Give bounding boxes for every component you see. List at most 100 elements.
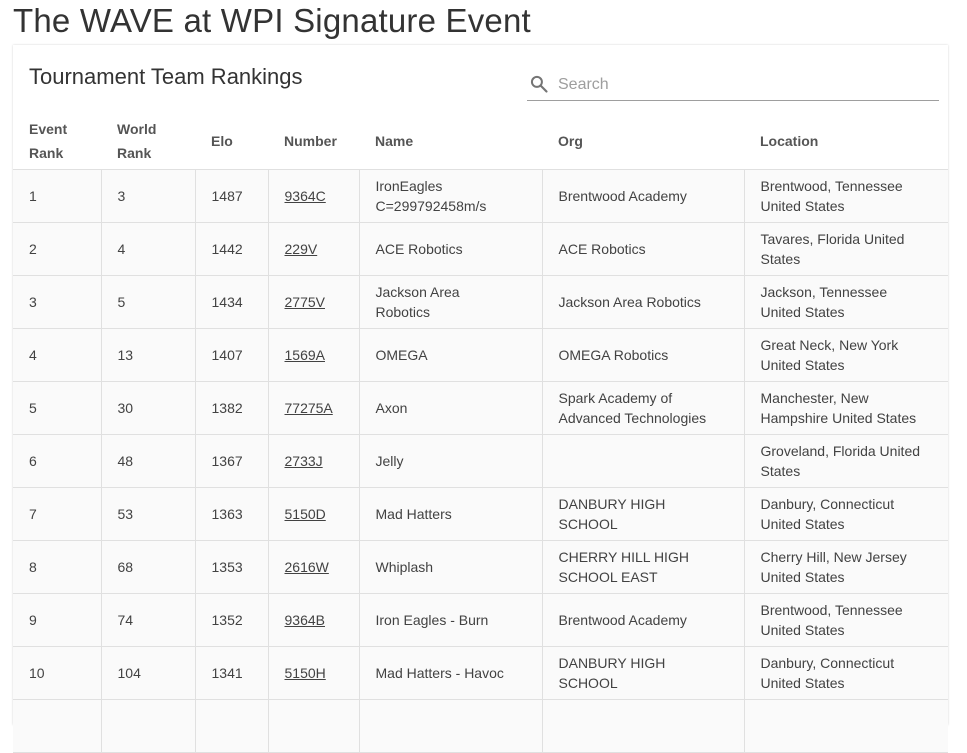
cell-world-rank: 104	[101, 646, 196, 700]
table-row: 10 104 1341 5150H Mad Hatters - Havoc DANBURY…	[13, 646, 948, 700]
cell-org: DANBURY HIGH SCHOOL	[542, 487, 745, 541]
table-row: 2 4 1442 229V ACE Robotics ACE Robotics Tavare…	[13, 222, 948, 276]
cell-number: 2616W	[268, 540, 360, 594]
cell-elo: 1382	[195, 381, 269, 435]
cell-location: Groveland, Florida United States	[744, 434, 948, 488]
header-location[interactable]: Location	[744, 112, 948, 170]
table-header-row: Event Rank World Rank Elo Number Name Org …	[13, 112, 948, 170]
cell-event-rank: 2	[13, 222, 102, 276]
team-number-link[interactable]: 77275A	[285, 400, 333, 416]
cell-world-rank: 74	[101, 593, 196, 647]
cell-number: 2775V	[268, 275, 360, 329]
table-row	[13, 699, 948, 753]
cell-world-rank: 68	[101, 540, 196, 594]
cell-location: Danbury, Connecticut United States	[744, 646, 948, 700]
cell-world-rank: 4	[101, 222, 196, 276]
cell-number: 9364C	[268, 169, 360, 223]
header-org[interactable]: Org	[542, 112, 744, 170]
cell-location	[744, 699, 948, 753]
cell-number: 229V	[268, 222, 360, 276]
team-number-link[interactable]: 5150D	[285, 506, 326, 522]
cell-location: Jackson, Tennessee United States	[744, 275, 948, 329]
team-number-link[interactable]: 2775V	[285, 294, 325, 310]
header-world-rank[interactable]: World Rank	[101, 112, 195, 170]
cell-event-rank: 7	[13, 487, 102, 541]
cell-org	[542, 699, 745, 753]
team-number-link[interactable]: 9364C	[285, 188, 326, 204]
cell-name: Mad Hatters - Havoc	[359, 646, 543, 700]
header-event-rank[interactable]: Event Rank	[13, 112, 101, 170]
header-name[interactable]: Name	[359, 112, 542, 170]
cell-location: Cherry Hill, New Jersey United States	[744, 540, 948, 594]
cell-org: Spark Academy of Advanced Technologies	[542, 381, 745, 435]
cell-elo: 1442	[195, 222, 269, 276]
cell-elo: 1363	[195, 487, 269, 541]
team-number-link[interactable]: 1569A	[285, 347, 325, 363]
cell-org: Jackson Area Robotics	[542, 275, 745, 329]
cell-event-rank	[13, 699, 102, 753]
team-number-link[interactable]: 5150H	[285, 665, 326, 681]
cell-org: Brentwood Academy	[542, 593, 745, 647]
cell-elo: 1487	[195, 169, 269, 223]
cell-location: Great Neck, New York United States	[744, 328, 948, 382]
cell-org: CHERRY HILL HIGH SCHOOL EAST	[542, 540, 745, 594]
cell-number: 5150D	[268, 487, 360, 541]
rankings-card: Tournament Team Rankings EventRank World…	[13, 45, 948, 753]
page-title: The WAVE at WPI Signature Event	[13, 2, 531, 39]
cell-elo: 1407	[195, 328, 269, 382]
cell-world-rank: 5	[101, 275, 196, 329]
search-input[interactable]	[558, 73, 928, 97]
table-row: 4 13 1407 1569A OMEGA OMEGA Robotics Great Nec…	[13, 328, 948, 382]
cell-number: 5150H	[268, 646, 360, 700]
cell-location: Danbury, Connecticut United States	[744, 487, 948, 541]
table-row: 5 30 1382 77275A Axon Spark Academy of Advance…	[13, 381, 948, 435]
header-elo[interactable]: Elo	[195, 112, 268, 170]
cell-name: IronEagles C=299792458m/s	[359, 169, 543, 223]
table-row: 6 48 1367 2733J Jelly Groveland, Florida Unit…	[13, 434, 948, 488]
cell-name: Jelly	[359, 434, 543, 488]
cell-event-rank: 4	[13, 328, 102, 382]
cell-elo: 1352	[195, 593, 269, 647]
cell-name: Axon	[359, 381, 543, 435]
cell-elo: 1353	[195, 540, 269, 594]
cell-elo: 1367	[195, 434, 269, 488]
cell-world-rank: 30	[101, 381, 196, 435]
cell-number	[268, 699, 360, 753]
cell-event-rank: 8	[13, 540, 102, 594]
cell-world-rank	[101, 699, 196, 753]
cell-name: Iron Eagles - Burn	[359, 593, 543, 647]
cell-event-rank: 6	[13, 434, 102, 488]
cell-number: 9364B	[268, 593, 360, 647]
cell-name: Whiplash	[359, 540, 543, 594]
cell-elo: 1434	[195, 275, 269, 329]
table-row: 1 3 1487 9364C IronEagles C=299792458m/s Brent…	[13, 169, 948, 223]
cell-org: DANBURY HIGH SCHOOL	[542, 646, 745, 700]
cell-name: OMEGA	[359, 328, 543, 382]
table-row: 3 5 1434 2775V Jackson Area Robotics Jackson A…	[13, 275, 948, 329]
cell-name: Mad Hatters	[359, 487, 543, 541]
cell-event-rank: 10	[13, 646, 102, 700]
header-number[interactable]: Number	[268, 112, 359, 170]
cell-event-rank: 9	[13, 593, 102, 647]
cell-world-rank: 3	[101, 169, 196, 223]
table-row: 8 68 1353 2616W Whiplash CHERRY HILL HIGH SCHO…	[13, 540, 948, 594]
table-row: 9 74 1352 9364B Iron Eagles - Burn Brentwood …	[13, 593, 948, 647]
search-field[interactable]	[527, 70, 939, 101]
team-number-link[interactable]: 9364B	[285, 612, 325, 628]
cell-org: OMEGA Robotics	[542, 328, 745, 382]
cell-org: Brentwood Academy	[542, 169, 745, 223]
cell-location: Manchester, New Hampshire United States	[744, 381, 948, 435]
search-icon	[530, 75, 548, 93]
team-number-link[interactable]: 229V	[285, 241, 318, 257]
team-number-link[interactable]: 2733J	[285, 453, 323, 469]
team-number-link[interactable]: 2616W	[285, 559, 329, 575]
cell-number: 1569A	[268, 328, 360, 382]
cell-event-rank: 1	[13, 169, 102, 223]
card-title: Tournament Team Rankings	[29, 64, 303, 89]
cell-world-rank: 53	[101, 487, 196, 541]
cell-elo: 1341	[195, 646, 269, 700]
cell-event-rank: 3	[13, 275, 102, 329]
cell-name: ACE Robotics	[359, 222, 543, 276]
cell-location: Brentwood, Tennessee United States	[744, 593, 948, 647]
cell-elo	[195, 699, 269, 753]
